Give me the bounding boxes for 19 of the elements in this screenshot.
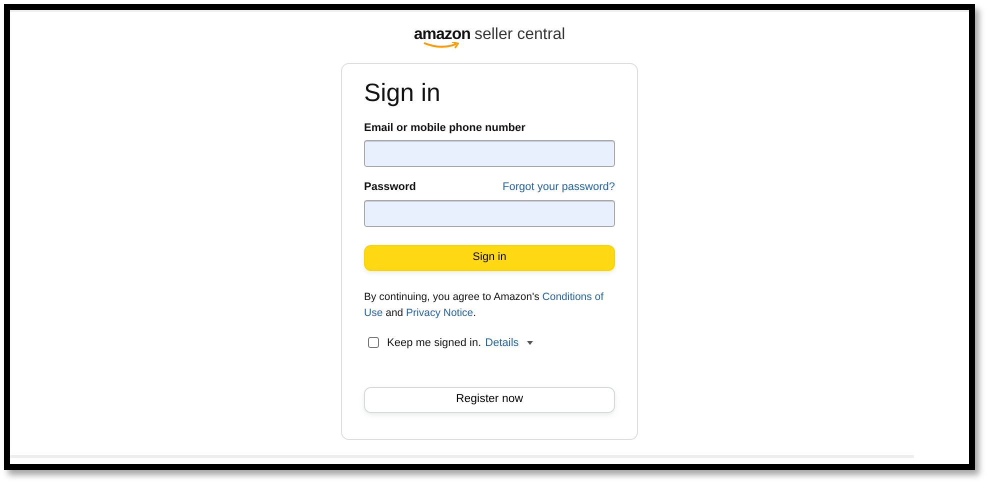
- field-label: Password: [364, 180, 416, 195]
- logo-wordmark: amazon: [414, 26, 470, 43]
- sign-in-button[interactable]: Sign in: [364, 244, 615, 270]
- forgot-password-link[interactable]: Forgot your password?: [502, 179, 615, 196]
- conditions-link[interactable]: Use: [364, 306, 383, 318]
- keep-signed-in-checkbox[interactable]: [368, 337, 379, 348]
- password-field[interactable]: [364, 200, 615, 226]
- details-link[interactable]: Details: [485, 334, 519, 351]
- legal-text: By continuing, you agree to Amazon's Conditions of Use and Privacy Notice.: [364, 290, 605, 320]
- caret-icon[interactable]: [526, 340, 533, 345]
- privacy-link[interactable]: Privacy Notice: [406, 306, 474, 318]
- logo-subtitle: seller central: [474, 26, 566, 44]
- checkbox-label[interactable]: Keep me signed in.: [387, 334, 482, 351]
- field-label: Email or mobile phone number: [364, 120, 526, 136]
- conditions-link[interactable]: Conditions of: [542, 290, 604, 302]
- smile-arrow-icon: [422, 42, 459, 48]
- register-button[interactable]: Register now: [364, 387, 615, 413]
- form-title: Sign in: [364, 78, 442, 108]
- email-field[interactable]: [364, 140, 615, 167]
